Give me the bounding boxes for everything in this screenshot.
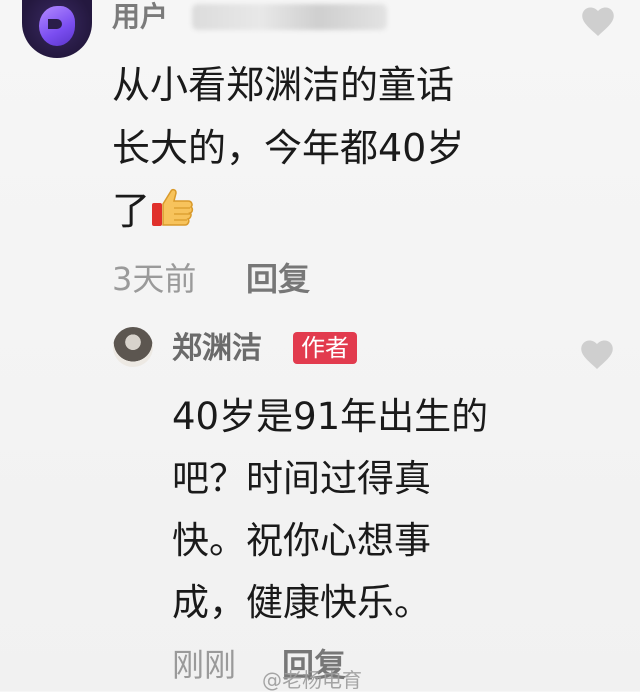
comment-line: 从小看郑渊洁的童话: [112, 63, 455, 107]
comment-text: 从小看郑渊洁的童话 长大的，今年都40岁 了: [112, 54, 532, 243]
reply-line: 40岁是91年出生的: [172, 395, 489, 438]
reply-button[interactable]: 回复: [246, 258, 310, 300]
reply-time: 刚刚: [172, 646, 237, 684]
author-badge: 作者: [293, 332, 357, 364]
username-mask: [192, 4, 387, 30]
heart-icon[interactable]: [580, 4, 616, 38]
comment-time: 3天前: [112, 260, 197, 298]
comment-username[interactable]: 用户: [112, 0, 168, 34]
watermark: @老杨电育: [262, 668, 362, 692]
comment-line: 长大的，今年都40岁: [112, 126, 465, 170]
comment-line: 了: [112, 180, 532, 243]
reply-line: 吧？时间过得真: [172, 457, 431, 500]
heart-icon[interactable]: [579, 337, 615, 371]
reply-text: 40岁是91年出生的 吧？时间过得真 快。祝你心想事 成，健康快乐。: [172, 386, 552, 634]
user-avatar[interactable]: [22, 0, 92, 58]
author-name[interactable]: 郑渊洁: [172, 330, 262, 368]
reply-line: 快。祝你心想事: [172, 519, 431, 562]
thumbs-up-icon: [150, 184, 196, 226]
reply-line: 成，健康快乐。: [172, 581, 431, 624]
comment-line-text: 了: [112, 189, 151, 233]
author-avatar[interactable]: [113, 327, 153, 367]
